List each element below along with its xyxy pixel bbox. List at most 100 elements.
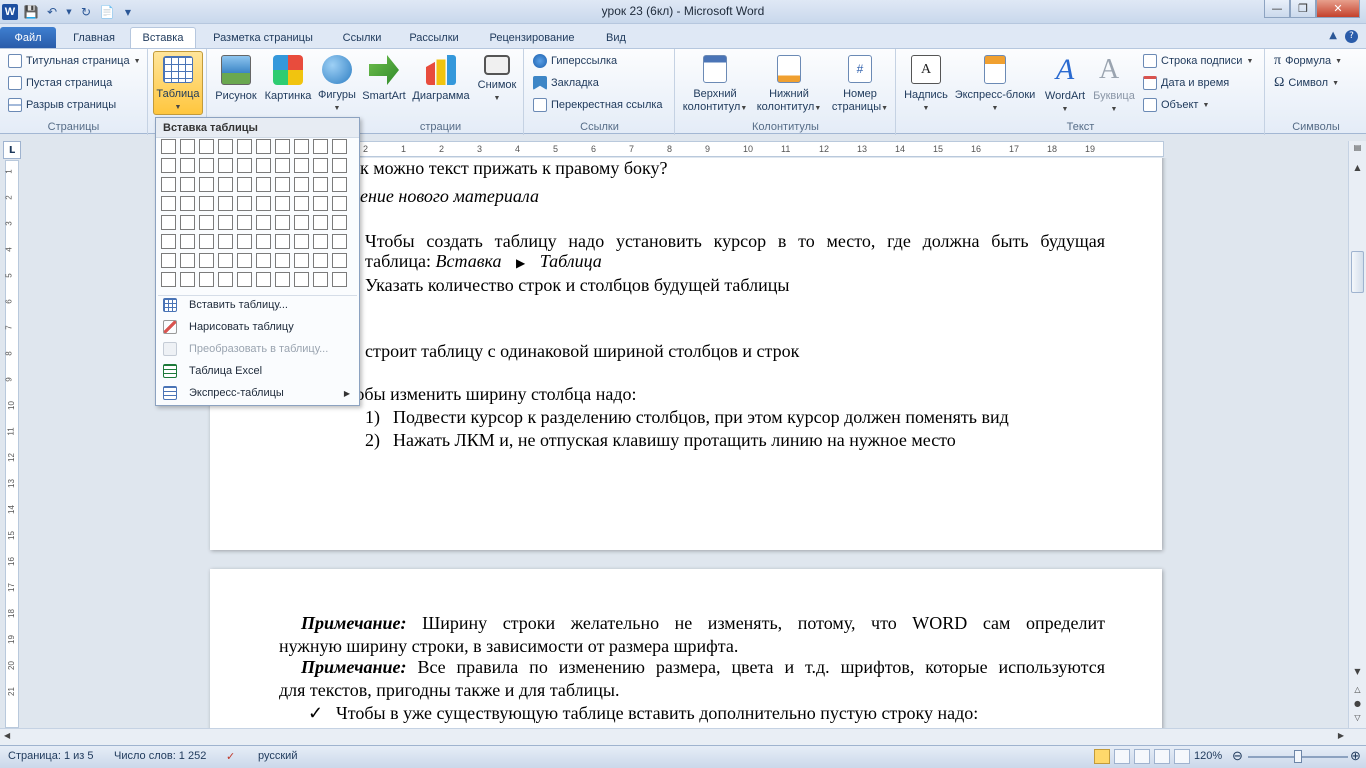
table-grid-cell[interactable] [218,196,233,211]
footer-button[interactable]: Нижний колонтитул▼ [754,51,824,115]
dropcap-button[interactable]: A Буквица ▼ [1091,51,1137,115]
close-button[interactable]: ✕ [1316,0,1360,18]
page-break-button[interactable]: Разрыв страницы [8,95,116,115]
proofing-icon[interactable]: ✓ [226,750,235,763]
hyperlink-button[interactable]: Гиперссылка [533,51,617,71]
page-number-button[interactable]: # Номер страницы▼ [828,51,892,115]
table-grid-cell[interactable] [332,272,347,287]
zoom-out-icon[interactable]: ⊖ [1232,748,1243,764]
table-grid-cell[interactable] [237,234,252,249]
table-grid-cell[interactable] [256,215,271,230]
table-grid-cell[interactable] [199,272,214,287]
table-grid-cell[interactable] [294,215,309,230]
table-grid-cell[interactable] [218,253,233,268]
table-grid-cell[interactable] [275,196,290,211]
table-grid-cell[interactable] [275,215,290,230]
shapes-button[interactable]: Фигуры ▼ [316,51,358,115]
table-grid-cell[interactable] [180,139,195,154]
table-grid-cell[interactable] [275,139,290,154]
table-grid-cell[interactable] [237,253,252,268]
table-grid-cell[interactable] [256,158,271,173]
tab-insert[interactable]: Вставка [130,27,196,48]
table-grid-cell[interactable] [199,253,214,268]
table-grid-cell[interactable] [313,234,328,249]
table-grid-cell[interactable] [313,215,328,230]
table-grid-cell[interactable] [275,234,290,249]
wordart-button[interactable]: A WordArt ▼ [1041,51,1089,115]
table-grid-cell[interactable] [294,196,309,211]
table-grid-cell[interactable] [332,158,347,173]
table-grid-cell[interactable] [161,177,176,192]
textbox-button[interactable]: A Надпись ▼ [901,51,951,115]
table-grid-cell[interactable] [332,215,347,230]
table-grid-cell[interactable] [294,234,309,249]
table-grid-cell[interactable] [161,196,176,211]
table-grid-cell[interactable] [199,177,214,192]
header-button[interactable]: Верхний колонтитул▼ [680,51,750,115]
clipart-button[interactable]: Картинка [262,51,314,115]
previous-page-icon[interactable]: △ [1351,685,1364,699]
draft-view-icon[interactable] [1174,749,1190,764]
table-grid-cell[interactable] [218,272,233,287]
next-page-icon[interactable]: ▽ [1351,713,1364,727]
symbol-button[interactable]: Ω Символ ▼ [1274,73,1339,93]
chart-button[interactable]: Диаграмма [410,51,472,115]
table-grid-cell[interactable] [275,158,290,173]
tab-references[interactable]: Ссылки [332,27,392,48]
table-grid-cell[interactable] [199,158,214,173]
table-grid-cell[interactable] [199,196,214,211]
table-grid-cell[interactable] [256,234,271,249]
table-grid-cell[interactable] [218,215,233,230]
title-page-button[interactable]: Титульная страница ▼ [8,51,141,71]
table-grid-cell[interactable] [256,139,271,154]
table-grid-cell[interactable] [199,234,214,249]
table-grid-cell[interactable] [161,215,176,230]
scroll-down-icon[interactable]: ▼ [1351,667,1364,681]
blank-page-button[interactable]: Пустая страница [8,73,112,93]
tab-view[interactable]: Вид [594,27,638,48]
table-grid-cell[interactable] [294,272,309,287]
tab-home[interactable]: Главная [62,27,126,48]
table-grid-cell[interactable] [180,253,195,268]
minimize-button[interactable]: — [1264,0,1290,18]
table-grid-cell[interactable] [313,177,328,192]
table-grid-cell[interactable] [161,234,176,249]
table-grid-cell[interactable] [313,158,328,173]
table-grid-cell[interactable] [180,215,195,230]
menu-item-insert-table[interactable]: Вставить таблицу... [157,294,358,316]
table-grid-cell[interactable] [313,253,328,268]
table-grid-cell[interactable] [237,177,252,192]
vertical-scrollbar[interactable]: ▤ ▲ ▼ △ ● ▽ [1348,141,1366,728]
equation-button[interactable]: π Формула ▼ [1274,51,1342,71]
table-grid-cell[interactable] [294,139,309,154]
table-grid-cell[interactable] [332,139,347,154]
table-grid-cell[interactable] [256,272,271,287]
table-grid-cell[interactable] [275,272,290,287]
table-grid-cell[interactable] [180,196,195,211]
language-status[interactable]: русский [258,750,297,762]
table-grid-cell[interactable] [332,196,347,211]
table-grid-cell[interactable] [180,234,195,249]
table-grid-cell[interactable] [180,177,195,192]
table-grid-cell[interactable] [237,158,252,173]
minimize-ribbon-icon[interactable]: ▲ [1329,30,1337,43]
document-page-2[interactable]: Примечание: Ширину строки желательно не … [210,569,1162,728]
scroll-left-icon[interactable]: ◀ [4,731,10,740]
table-grid-cell[interactable] [256,196,271,211]
table-grid-cell[interactable] [313,272,328,287]
bookmark-button[interactable]: Закладка [533,73,599,93]
tab-mailings[interactable]: Рассылки [398,27,470,48]
table-grid-cell[interactable] [275,177,290,192]
full-screen-view-icon[interactable] [1114,749,1130,764]
help-icon[interactable]: ? [1345,30,1358,43]
table-grid-cell[interactable] [294,253,309,268]
zoom-level[interactable]: 120% [1194,750,1222,762]
cross-reference-button[interactable]: Перекрестная ссылка [533,95,663,115]
screenshot-button[interactable]: Снимок ▼ [474,51,520,115]
tab-review[interactable]: Рецензирование [476,27,588,48]
table-grid-cell[interactable] [161,253,176,268]
picture-button[interactable]: Рисунок [212,51,260,115]
zoom-in-icon[interactable]: ⊕ [1350,748,1361,764]
scroll-up-icon[interactable]: ▲ [1351,163,1364,177]
table-grid-cell[interactable] [275,253,290,268]
